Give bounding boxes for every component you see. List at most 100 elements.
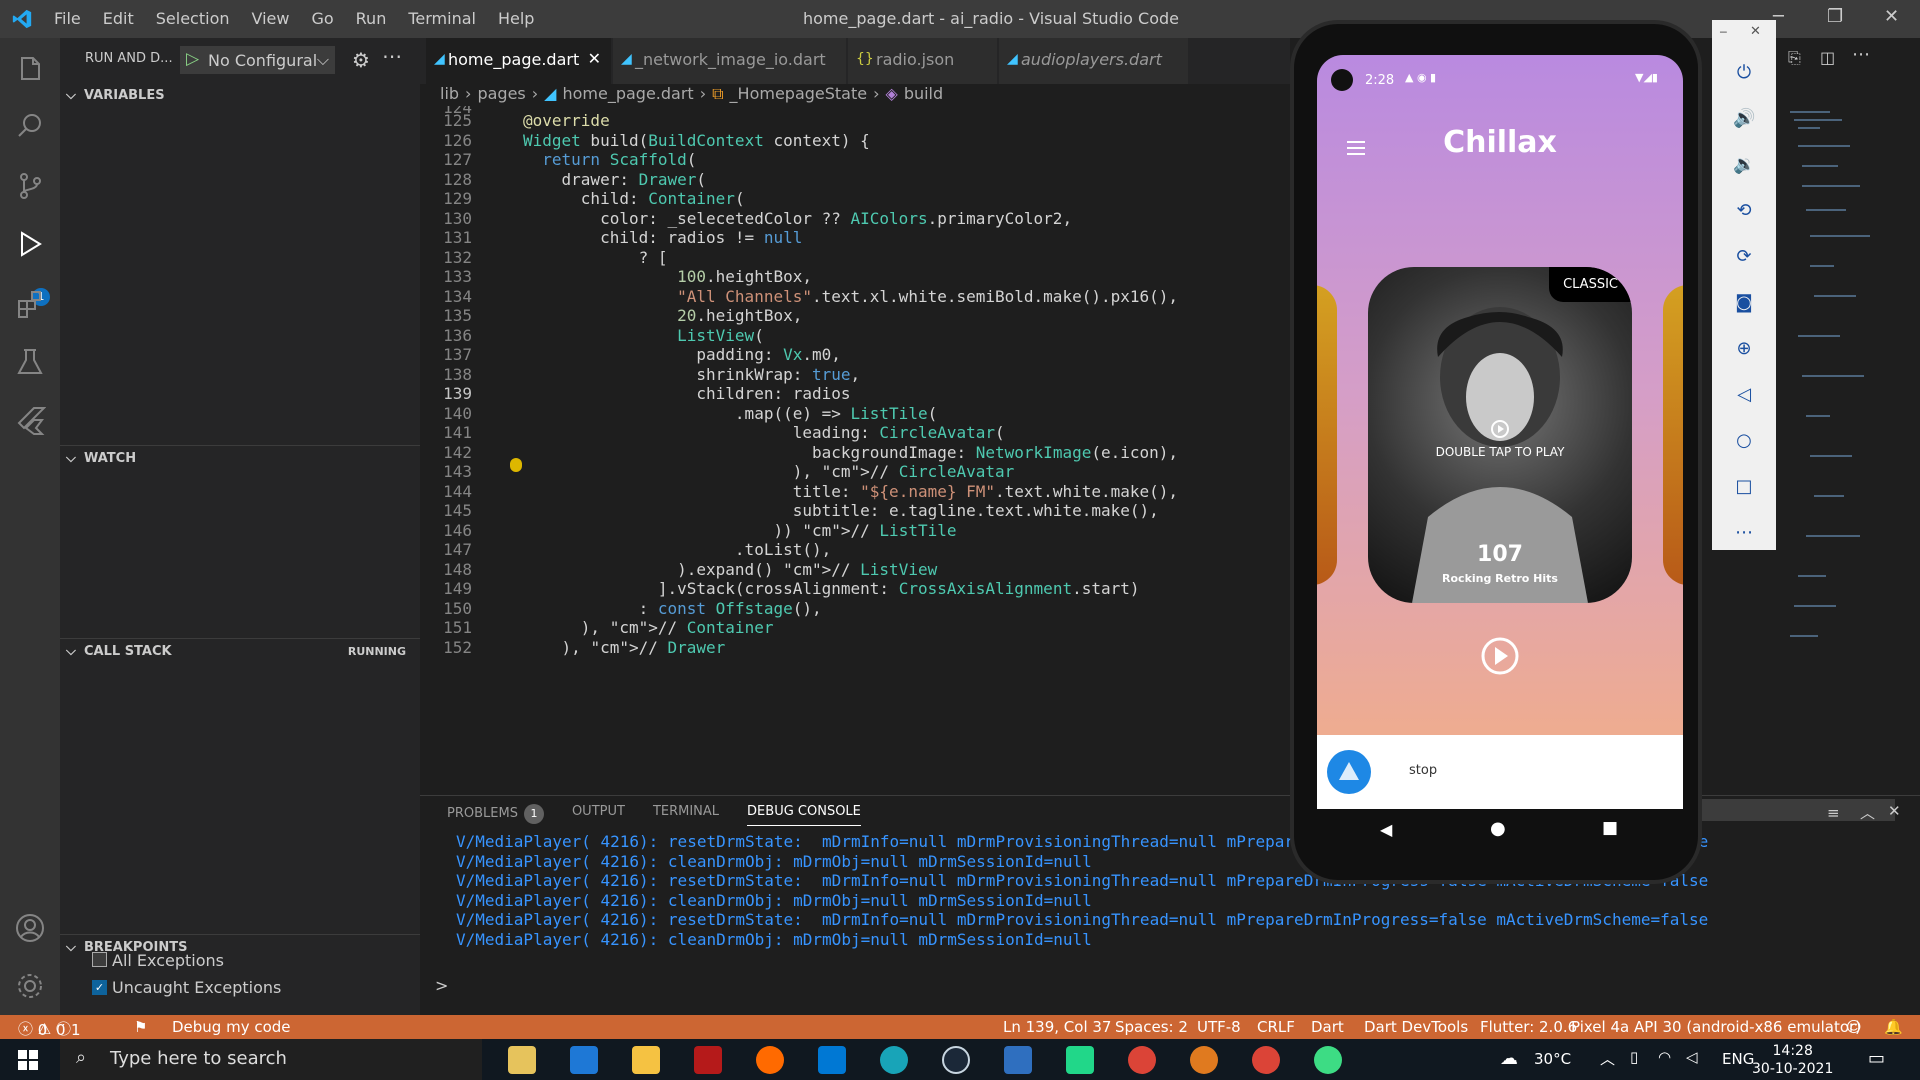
eol[interactable]: CRLF (1257, 1018, 1295, 1036)
open-changes-icon[interactable]: ⎘ (1788, 48, 1801, 68)
rotate-right-icon[interactable]: ⟳ (1733, 246, 1755, 268)
menu-terminal[interactable]: Terminal (408, 9, 476, 28)
power-icon[interactable]: ⏻ (1733, 62, 1755, 84)
file-explorer-icon[interactable] (632, 1046, 660, 1074)
camera-icon[interactable]: ◙ (1733, 292, 1755, 314)
breadcrumb-item[interactable]: _HomepageState (730, 84, 868, 106)
emu-overview-icon[interactable]: □ (1733, 476, 1755, 498)
tab-output[interactable]: OUTPUT (572, 804, 625, 826)
store-icon[interactable] (508, 1046, 536, 1074)
station-card[interactable]: CLASSIC DOUBLE TAP TO PLAY 107 Rocking R… (1368, 267, 1632, 603)
notifications-icon[interactable]: 🔔 (1884, 1018, 1903, 1036)
configuration-select[interactable]: ▷ No Configural ⌵ (180, 46, 335, 74)
tab-network-image-io[interactable]: ◢ _network_image_io.dart (613, 38, 847, 84)
next-station-card[interactable] (1663, 285, 1683, 585)
tab-radio-json[interactable]: {} radio.json (848, 38, 998, 84)
tray-chevron-icon[interactable]: ︿ (1600, 1048, 1615, 1069)
menu-edit[interactable]: Edit (103, 9, 134, 28)
testing-icon[interactable] (14, 346, 46, 378)
tab-home-page[interactable]: ◢ home_page.dart ✕ (426, 38, 612, 84)
recents-icon[interactable]: ■ (1602, 818, 1618, 838)
split-editor-icon[interactable]: ◫ (1820, 48, 1835, 67)
volume-down-icon[interactable]: 🔉 (1733, 154, 1755, 176)
assistant-avatar[interactable] (1327, 750, 1371, 794)
encoding[interactable]: UTF-8 (1197, 1018, 1241, 1036)
indent-setting[interactable]: Spaces: 2 (1115, 1018, 1188, 1036)
git-app-icon[interactable] (756, 1046, 784, 1074)
origin-icon[interactable] (1190, 1046, 1218, 1074)
maximize-button[interactable]: ❐ (1827, 6, 1843, 27)
notification-center-icon[interactable]: ▭ (1868, 1048, 1885, 1069)
minimap[interactable] (1790, 106, 1890, 666)
account-icon[interactable] (14, 912, 46, 944)
variables-section-header[interactable]: ⌵ VARIABLES (60, 84, 420, 108)
play-icon[interactable] (1490, 419, 1510, 439)
code-editor[interactable]: 124 125 @override 126 Widget build(BuildCon… (420, 106, 1290, 786)
source-control-icon[interactable] (14, 170, 46, 202)
tab-terminal[interactable]: TERMINAL (653, 804, 719, 826)
close-icon[interactable]: ✕ (588, 49, 601, 68)
phone-screen[interactable]: 2:28 ▲ ◉ ▮ ▼◢▮ Chillax CLASSIC DOUBLE TA… (1317, 55, 1683, 809)
emu-home-icon[interactable]: ○ (1733, 430, 1755, 452)
settings-icon[interactable]: ⚙ (352, 48, 370, 72)
console-prompt[interactable]: > (435, 976, 448, 995)
flutter-icon[interactable] (14, 404, 46, 436)
flutter-version[interactable]: Flutter: 2.0.6 (1480, 1018, 1577, 1036)
all-exceptions-checkbox[interactable] (92, 952, 107, 967)
start-debug-icon[interactable]: ▷ (186, 49, 199, 69)
more-actions-icon[interactable]: ⋯ (382, 44, 402, 68)
volume-icon[interactable]: ◁ (1686, 1048, 1698, 1066)
tab-problems[interactable]: PROBLEMS 1 (447, 804, 544, 826)
home-icon[interactable]: ● (1490, 818, 1506, 839)
clock[interactable]: 14:28 30-10-2021 (1752, 1042, 1833, 1078)
more-actions-icon[interactable]: ⋯ (1852, 44, 1870, 65)
zoom-icon[interactable]: ⊕ (1733, 338, 1755, 360)
uncaught-exceptions-checkbox[interactable]: ✓ (92, 980, 107, 995)
emu-more-icon[interactable]: ⋯ (1733, 522, 1755, 544)
close-button[interactable]: ✕ (1884, 6, 1899, 27)
watch-section-header[interactable]: ⌵ WATCH (60, 447, 420, 471)
extensions-icon[interactable] (14, 288, 46, 320)
prev-station-card[interactable] (1317, 285, 1337, 585)
problems-status[interactable]: ⓧ 0 ⚠ 0 ⓘ 1 (18, 1018, 81, 1039)
app-icon[interactable] (1004, 1046, 1032, 1074)
input-language[interactable]: ENG (1722, 1050, 1754, 1068)
breadcrumb-item[interactable]: build (904, 84, 943, 106)
android-studio-icon[interactable] (1314, 1046, 1342, 1074)
feedback-icon[interactable]: ☺ (1846, 1018, 1862, 1036)
tab-audioplayers[interactable]: ◢ audioplayers.dart (999, 38, 1189, 84)
network-icon[interactable]: ◠ (1658, 1048, 1671, 1066)
search-icon[interactable] (14, 110, 46, 142)
edge-icon[interactable] (880, 1046, 908, 1074)
chrome-icon[interactable] (1128, 1046, 1156, 1074)
battery-icon[interactable]: ▯ (1630, 1048, 1638, 1066)
explorer-icon[interactable] (14, 52, 46, 84)
breadcrumb-item[interactable]: lib (440, 84, 459, 106)
steam-icon[interactable] (942, 1046, 970, 1074)
tab-debug-console[interactable]: DEBUG CONSOLE (747, 804, 861, 826)
volume-up-icon[interactable]: 🔊 (1733, 108, 1755, 130)
menu-go[interactable]: Go (311, 9, 333, 28)
weather-icon[interactable]: ☁ (1500, 1048, 1518, 1069)
mail-icon[interactable] (570, 1046, 598, 1074)
chrome-profile-icon[interactable] (1252, 1046, 1280, 1074)
emu-close-icon[interactable]: ✕ (1750, 24, 1761, 39)
maximize-panel-icon[interactable]: ︿ (1860, 802, 1875, 823)
lightbulb-icon[interactable] (510, 458, 522, 472)
taskbar-search[interactable]: ⌕ Type here to search (60, 1039, 482, 1080)
back-icon[interactable]: ◀ (1380, 820, 1392, 839)
gear-icon[interactable] (14, 970, 46, 1002)
emu-minimize-icon[interactable]: ─ (1720, 26, 1727, 39)
emu-back-icon[interactable]: ◁ (1733, 384, 1755, 406)
breadcrumb-item[interactable]: home_page.dart (562, 84, 693, 106)
rotate-left-icon[interactable]: ⟲ (1733, 200, 1755, 222)
language-mode[interactable]: Dart (1311, 1018, 1344, 1036)
menu-run[interactable]: Run (356, 9, 387, 28)
run-debug-icon[interactable] (14, 228, 46, 260)
menu-help[interactable]: Help (498, 9, 534, 28)
clear-console-icon[interactable]: ≡ (1827, 804, 1840, 822)
device-selector[interactable]: Pixel 4a API 30 (android-x86 emulator) (1571, 1018, 1861, 1036)
close-panel-icon[interactable]: ✕ (1888, 802, 1901, 820)
vscode-taskbar-icon[interactable] (818, 1046, 846, 1074)
menu-view[interactable]: View (252, 9, 290, 28)
